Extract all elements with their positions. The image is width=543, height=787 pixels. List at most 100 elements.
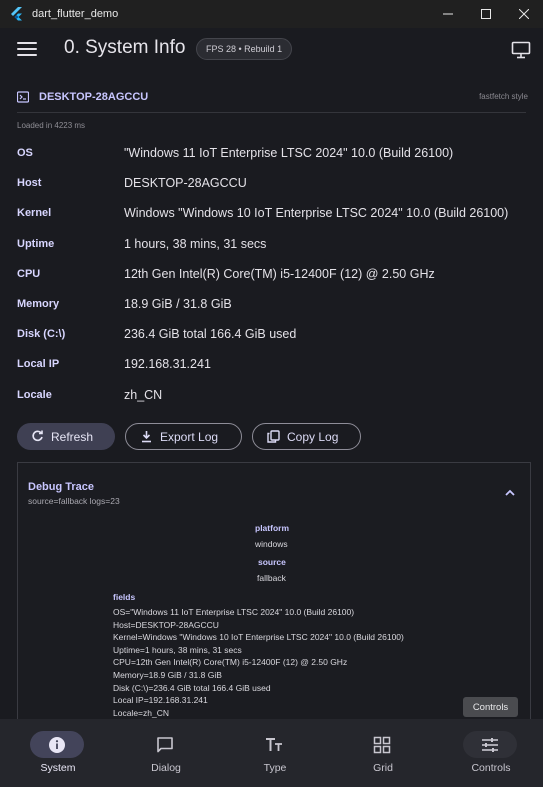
maximize-button[interactable] [467, 0, 505, 28]
nav-label: System [40, 762, 76, 774]
host-header: DESKTOP-28AGCCU [17, 88, 148, 106]
fields-list: OS="Windows 11 IoT Enterprise LTSC 2024"… [113, 606, 404, 719]
hamburger-icon-line [17, 48, 37, 50]
source-label: source [258, 557, 286, 567]
field-line: Locale=zh_CN [113, 707, 169, 718]
hostname-label: DESKTOP-28AGCCU [39, 91, 149, 103]
info-row-memory: Memory 18.9 GiB / 31.8 GiB [17, 289, 537, 319]
info-value: zh_CN [124, 387, 163, 402]
nav-item-type[interactable]: Type [225, 719, 325, 787]
nav-pill [138, 731, 192, 758]
window-titlebar: dart_flutter_demo [0, 0, 543, 28]
flutter-logo-icon [11, 7, 22, 21]
refresh-label: Refresh [51, 429, 94, 444]
app-bar: 0. System Info FPS 28 • Rebuild 1 [0, 28, 543, 72]
debug-title: Debug Trace [28, 481, 95, 493]
info-value: 236.4 GiB total 166.4 GiB used [124, 327, 297, 342]
copy-log-label: Copy Log [287, 429, 339, 444]
debug-subtitle: source=fallback logs=23 [28, 496, 120, 506]
info-row-host: Host DESKTOP-28AGCCU [17, 168, 537, 198]
monitor-icon[interactable] [511, 40, 531, 60]
info-key: Uptime [17, 237, 55, 250]
info-key: Host [17, 177, 42, 190]
hamburger-icon-line [17, 54, 37, 56]
window-title: dart_flutter_demo [32, 8, 119, 20]
info-row-local-ip: Local IP 192.168.31.241 [17, 349, 537, 379]
field-line: Disk (C:\)=236.4 GiB total 166.4 GiB use… [113, 682, 271, 693]
nav-label: Grid [373, 762, 393, 774]
info-value: 192.168.31.241 [124, 357, 211, 372]
refresh-icon [32, 430, 43, 442]
debug-trace-panel: Debug Trace source=fallback logs=23 plat… [17, 462, 531, 732]
copy-log-button[interactable]: Copy Log [252, 423, 361, 450]
nav-item-system[interactable]: System [8, 719, 108, 787]
chevron-up-icon[interactable] [504, 487, 516, 499]
grid-icon [373, 736, 391, 753]
fps-badge: FPS 28 • Rebuild 1 [196, 38, 293, 60]
nav-label: Dialog [151, 762, 181, 774]
info-icon [49, 736, 65, 753]
tune-icon [482, 737, 498, 752]
export-log-button[interactable]: Export Log [125, 423, 242, 450]
info-key: Locale [17, 388, 52, 401]
nav-pill-active [30, 731, 84, 758]
info-row-uptime: Uptime 1 hours, 38 mins, 31 secs [17, 229, 537, 259]
info-key: Memory [17, 298, 60, 311]
close-icon [519, 9, 529, 19]
info-row-os: OS "Windows 11 IoT Enterprise LTSC 2024" … [17, 138, 537, 168]
info-key: Local IP [17, 358, 60, 371]
info-row-disk: Disk (C:\) 236.4 GiB total 166.4 GiB used [17, 319, 537, 349]
info-key: CPU [17, 267, 41, 280]
download-icon [142, 431, 151, 443]
info-row-locale: Locale zh_CN [17, 380, 537, 410]
field-line: Uptime=1 hours, 38 mins, 31 secs [113, 644, 242, 655]
chat-bubble-icon [157, 736, 173, 752]
info-key: Disk (C:\) [17, 328, 66, 341]
divider [17, 112, 526, 113]
minimize-button[interactable] [429, 0, 467, 28]
info-value: 1 hours, 38 mins, 31 secs [124, 236, 267, 251]
info-key: Kernel [17, 207, 52, 220]
info-key: OS [17, 147, 33, 160]
info-row-kernel: Kernel Windows "Windows 10 IoT Enterprise… [17, 198, 537, 228]
maximize-icon [481, 9, 491, 19]
info-value: DESKTOP-28AGCCU [124, 176, 247, 191]
info-value: "Windows 11 IoT Enterprise LTSC 2024" 10… [124, 146, 454, 161]
hamburger-icon [17, 42, 37, 44]
nav-item-controls[interactable]: Controls [441, 719, 541, 787]
nav-label: Controls [471, 762, 511, 774]
fields-label: fields [113, 592, 136, 602]
field-line: Host=DESKTOP-28AGCCU [113, 619, 219, 630]
field-line: Kernel=Windows "Windows 10 IoT Enterpris… [113, 632, 404, 643]
platform-value: windows [255, 539, 288, 549]
copy-icon [267, 430, 280, 443]
bottom-navigation: System Dialog Type Grid Controls [0, 719, 543, 787]
field-line: CPU=12th Gen Intel(R) Core(TM) i5-12400F… [113, 657, 348, 668]
info-value: 12th Gen Intel(R) Core(TM) i5-12400F (12… [124, 266, 435, 281]
nav-item-grid[interactable]: Grid [333, 719, 433, 787]
nav-pill-hover [463, 731, 517, 758]
nav-label: Type [263, 762, 287, 774]
info-value: 18.9 GiB / 31.8 GiB [124, 297, 232, 312]
nav-pill [247, 731, 301, 758]
field-line: Memory=18.9 GiB / 31.8 GiB [113, 669, 222, 680]
info-row-cpu: CPU 12th Gen Intel(R) Core(TM) i5-12400F … [17, 259, 537, 289]
nav-item-dialog[interactable]: Dialog [116, 719, 216, 787]
terminal-icon [17, 91, 29, 103]
page-title: 0. System Info [64, 37, 186, 58]
style-tag: fastfetch style [479, 92, 528, 101]
text-fields-icon [266, 737, 282, 751]
info-list: OS "Windows 11 IoT Enterprise LTSC 2024" … [17, 138, 537, 410]
close-button[interactable] [505, 0, 543, 28]
platform-label: platform [255, 523, 289, 533]
refresh-button[interactable]: Refresh [17, 423, 115, 450]
loaded-time: Loaded in 4223 ms [17, 121, 86, 130]
controls-tooltip: Controls [463, 697, 518, 717]
menu-button[interactable] [17, 42, 37, 58]
info-value: Windows "Windows 10 IoT Enterprise LTSC … [124, 206, 509, 221]
nav-pill [355, 731, 409, 758]
field-line: Local IP=192.168.31.241 [113, 695, 208, 706]
field-line: OS="Windows 11 IoT Enterprise LTSC 2024"… [113, 607, 355, 617]
source-value: fallback [257, 573, 286, 583]
minimize-icon [443, 13, 453, 15]
